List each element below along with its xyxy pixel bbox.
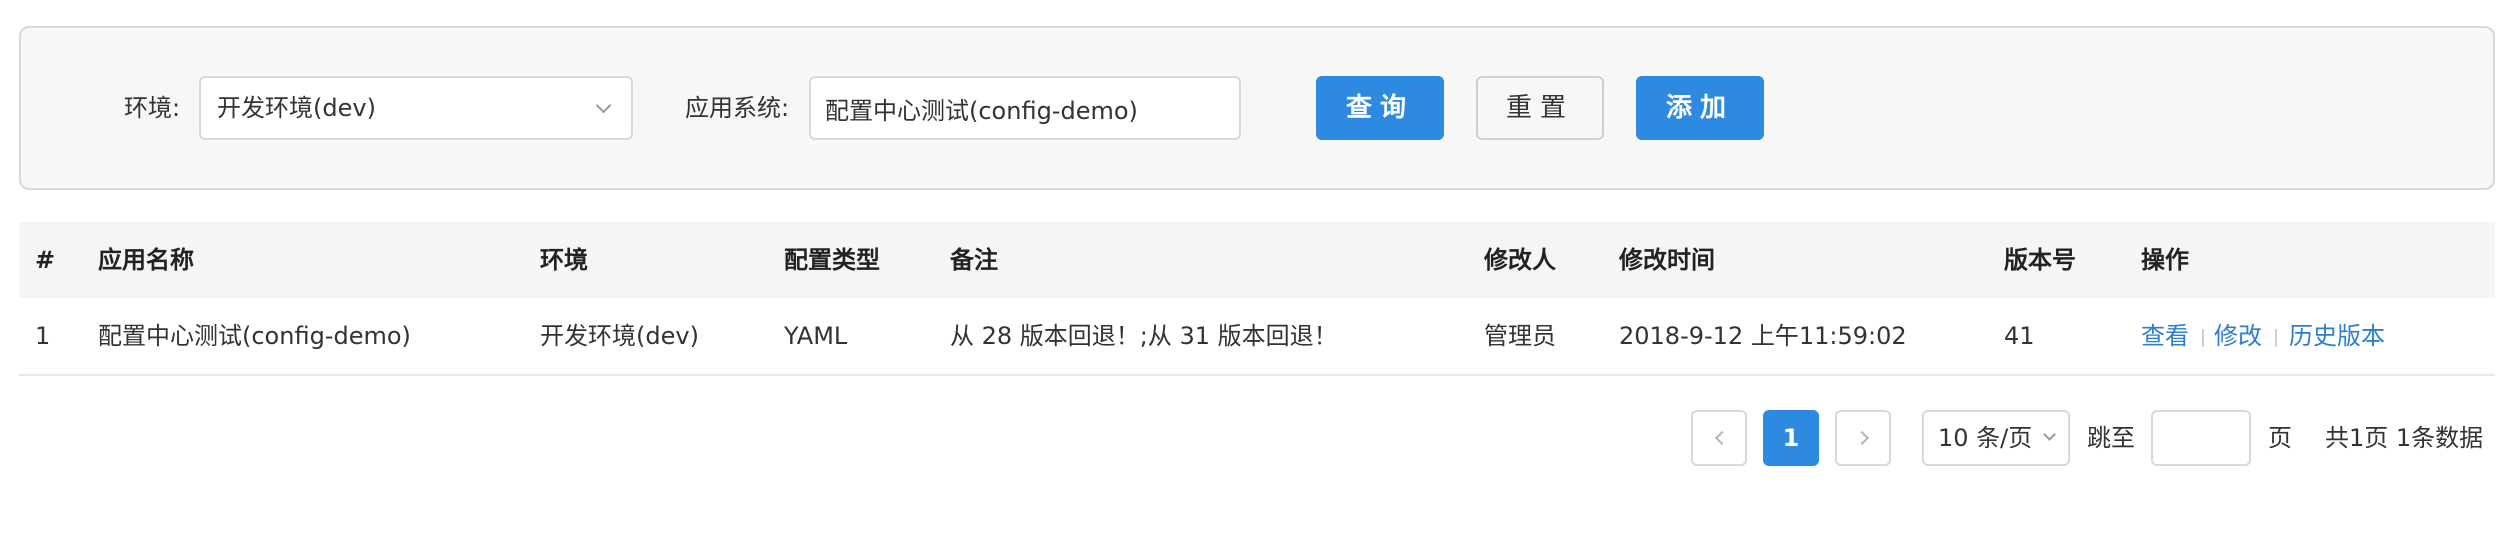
table-row: 1 配置中心测试(config-demo) 开发环境(dev) YAML 从 2… [19,298,2495,376]
app-label: 应用系统: [685,94,790,122]
chevron-right-icon [1854,430,1870,446]
table-header: # 应用名称 环境 配置类型 备注 修改人 修改时间 版本号 操作 [19,222,2495,298]
chevron-down-icon [595,97,612,114]
cell-modifier: 管理员 [1484,322,1556,350]
chevron-left-icon [1714,430,1730,446]
cell-remark: 从 28 版本回退！;从 31 版本回退！ [950,322,1338,350]
add-button[interactable]: 添加 [1636,76,1764,140]
history-link[interactable]: 历史版本 [2289,320,2385,352]
env-select-value: 开发环境(dev) [217,94,376,122]
column-header-index: # [35,246,56,274]
page-unit-label: 页 [2268,424,2292,452]
page-size-select[interactable]: 10 条/页 [1922,410,2070,466]
prev-page-button[interactable] [1691,410,1747,466]
action-divider [2275,329,2277,347]
column-header-version: 版本号 [2004,246,2076,274]
jump-label: 跳至 [2087,424,2135,452]
column-header-config-type: 配置类型 [784,246,880,274]
edit-link[interactable]: 修改 [2214,320,2262,352]
column-header-modified-time: 修改时间 [1619,246,1715,274]
column-header-remark: 备注 [950,246,998,274]
search-panel: 环境: 开发环境(dev) 应用系统: 查询 重置 添加 [19,26,2495,190]
column-header-env: 环境 [540,246,588,274]
jump-page-input[interactable] [2151,410,2251,466]
cell-app-name: 配置中心测试(config-demo) [98,322,411,350]
env-label: 环境: [124,94,181,122]
cell-version: 41 [2004,322,2035,350]
column-header-actions: 操作 [2141,246,2189,274]
chevron-down-icon [2043,428,2056,441]
next-page-button[interactable] [1835,410,1891,466]
cell-index: 1 [35,322,51,350]
action-divider [2202,329,2204,347]
page-1-button[interactable]: 1 [1763,410,1819,466]
app-input[interactable] [809,76,1241,140]
page-size-value: 10 条/页 [1938,424,2033,452]
column-header-modifier: 修改人 [1484,246,1556,274]
env-select[interactable]: 开发环境(dev) [199,76,633,140]
cell-env: 开发环境(dev) [540,322,699,350]
column-header-app-name: 应用名称 [98,246,194,274]
view-link[interactable]: 查看 [2141,320,2189,352]
query-button[interactable]: 查询 [1316,76,1444,140]
pagination-summary: 共1页 1条数据 [2325,424,2484,452]
reset-button[interactable]: 重置 [1476,76,1604,140]
cell-config-type: YAML [784,322,848,350]
cell-modified-time: 2018-9-12 上午11:59:02 [1619,322,1907,350]
